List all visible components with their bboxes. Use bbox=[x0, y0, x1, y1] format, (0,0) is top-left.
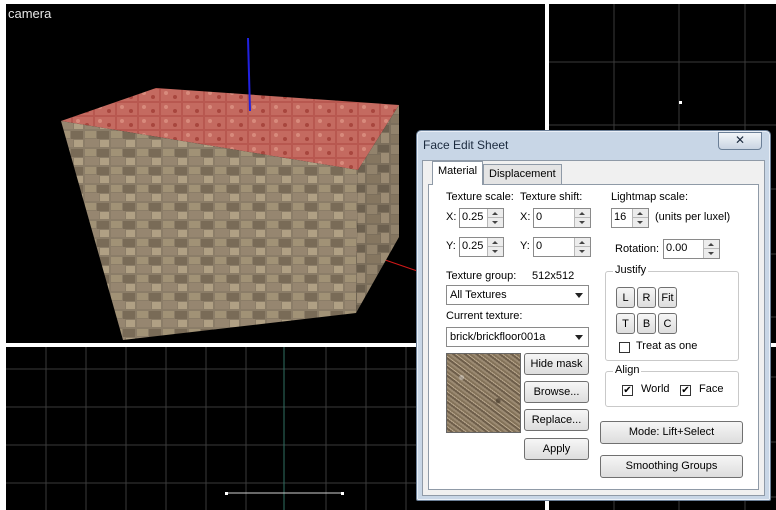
texture-scale-x-value: 0.25 bbox=[462, 211, 484, 223]
treat-as-one-label: Treat as one bbox=[636, 340, 698, 352]
justify-top-button[interactable]: T bbox=[616, 313, 635, 334]
justify-right-button[interactable]: R bbox=[637, 287, 656, 308]
spinner-arrows-icon[interactable] bbox=[487, 209, 503, 227]
rotation-label: Rotation: bbox=[615, 243, 660, 255]
texture-scale-label: Texture scale: bbox=[446, 191, 514, 203]
dialog-title: Face Edit Sheet bbox=[423, 138, 509, 152]
texture-size-label: 512x512 bbox=[532, 270, 575, 282]
texture-preview-image bbox=[446, 353, 521, 433]
texture-scale-x-spinner[interactable]: 0.25 bbox=[459, 208, 504, 228]
tab-material[interactable]: Material bbox=[432, 161, 484, 185]
browse-button[interactable]: Browse... bbox=[524, 381, 589, 403]
justify-fit-button[interactable]: Fit bbox=[658, 287, 677, 308]
justify-group-title: Justify bbox=[613, 264, 649, 276]
texture-shift-x-value: 0 bbox=[536, 211, 543, 223]
spinner-arrows-icon[interactable] bbox=[487, 238, 503, 256]
world-label: World bbox=[641, 383, 670, 395]
face-label: Face bbox=[699, 383, 724, 395]
dialog-body: Material Displacement Texture scale: X: … bbox=[422, 160, 765, 496]
treat-as-one-checkbox[interactable] bbox=[619, 342, 630, 353]
lightmap-scale-label: Lightmap scale: bbox=[611, 191, 689, 203]
justify-left-button[interactable]: L bbox=[616, 287, 635, 308]
chevron-down-icon[interactable] bbox=[572, 329, 587, 345]
spinner-arrows-icon[interactable] bbox=[574, 238, 590, 256]
justify-center-button[interactable]: C bbox=[658, 313, 677, 334]
chevron-down-icon[interactable] bbox=[572, 287, 587, 303]
texture-group-dropdown[interactable]: All Textures bbox=[446, 285, 589, 305]
smoothing-groups-button[interactable]: Smoothing Groups bbox=[600, 455, 743, 478]
texture-shift-y-value: 0 bbox=[536, 240, 543, 252]
current-texture-value: brick/brickfloor001a bbox=[450, 331, 546, 343]
apply-button[interactable]: Apply bbox=[524, 438, 589, 460]
texture-scale-x-label: X: bbox=[446, 211, 457, 223]
tab-displacement[interactable]: Displacement bbox=[483, 164, 562, 184]
face-checkbox[interactable]: ✔ bbox=[680, 385, 691, 396]
rotation-spinner[interactable]: 0.00 bbox=[663, 239, 720, 259]
justify-group: Justify L R Fit T B C Treat as one bbox=[605, 264, 739, 361]
world-checkbox[interactable]: ✔ bbox=[622, 385, 633, 396]
align-group: Align ✔ World ✔ Face bbox=[605, 364, 739, 407]
spinner-arrows-icon[interactable] bbox=[703, 240, 719, 258]
material-panel: Texture scale: X: 0.25 Y: 0.25 Texture s… bbox=[428, 184, 759, 490]
spinner-arrows-icon[interactable] bbox=[574, 209, 590, 227]
texture-scale-y-spinner[interactable]: 0.25 bbox=[459, 237, 504, 257]
current-texture-label: Current texture: bbox=[446, 310, 523, 322]
align-group-title: Align bbox=[613, 364, 642, 376]
lightmap-units-label: (units per luxel) bbox=[655, 211, 731, 223]
lightmap-scale-spinner[interactable]: 16 bbox=[611, 208, 649, 228]
hide-mask-button[interactable]: Hide mask bbox=[524, 353, 589, 375]
close-button[interactable]: ✕ bbox=[718, 132, 762, 150]
mode-lift-select-button[interactable]: Mode: Lift+Select bbox=[600, 421, 743, 444]
texture-shift-label: Texture shift: bbox=[520, 191, 583, 203]
texture-shift-x-label: X: bbox=[520, 211, 531, 223]
texture-shift-y-label: Y: bbox=[520, 240, 530, 252]
replace-button[interactable]: Replace... bbox=[524, 409, 589, 431]
texture-shift-y-spinner[interactable]: 0 bbox=[533, 237, 591, 257]
texture-group-value: All Textures bbox=[450, 289, 507, 301]
texture-scale-y-value: 0.25 bbox=[462, 240, 484, 252]
justify-bottom-button[interactable]: B bbox=[637, 313, 656, 334]
rotation-value: 0.00 bbox=[666, 242, 688, 254]
current-texture-dropdown[interactable]: brick/brickfloor001a bbox=[446, 327, 589, 347]
texture-shift-x-spinner[interactable]: 0 bbox=[533, 208, 591, 228]
texture-group-label: Texture group: bbox=[446, 270, 517, 282]
texture-scale-y-label: Y: bbox=[446, 240, 456, 252]
spinner-arrows-icon[interactable] bbox=[632, 209, 648, 227]
lightmap-scale-value: 16 bbox=[614, 211, 627, 223]
face-edit-sheet-dialog[interactable]: Face Edit Sheet ✕ Material Displacement … bbox=[416, 130, 771, 501]
